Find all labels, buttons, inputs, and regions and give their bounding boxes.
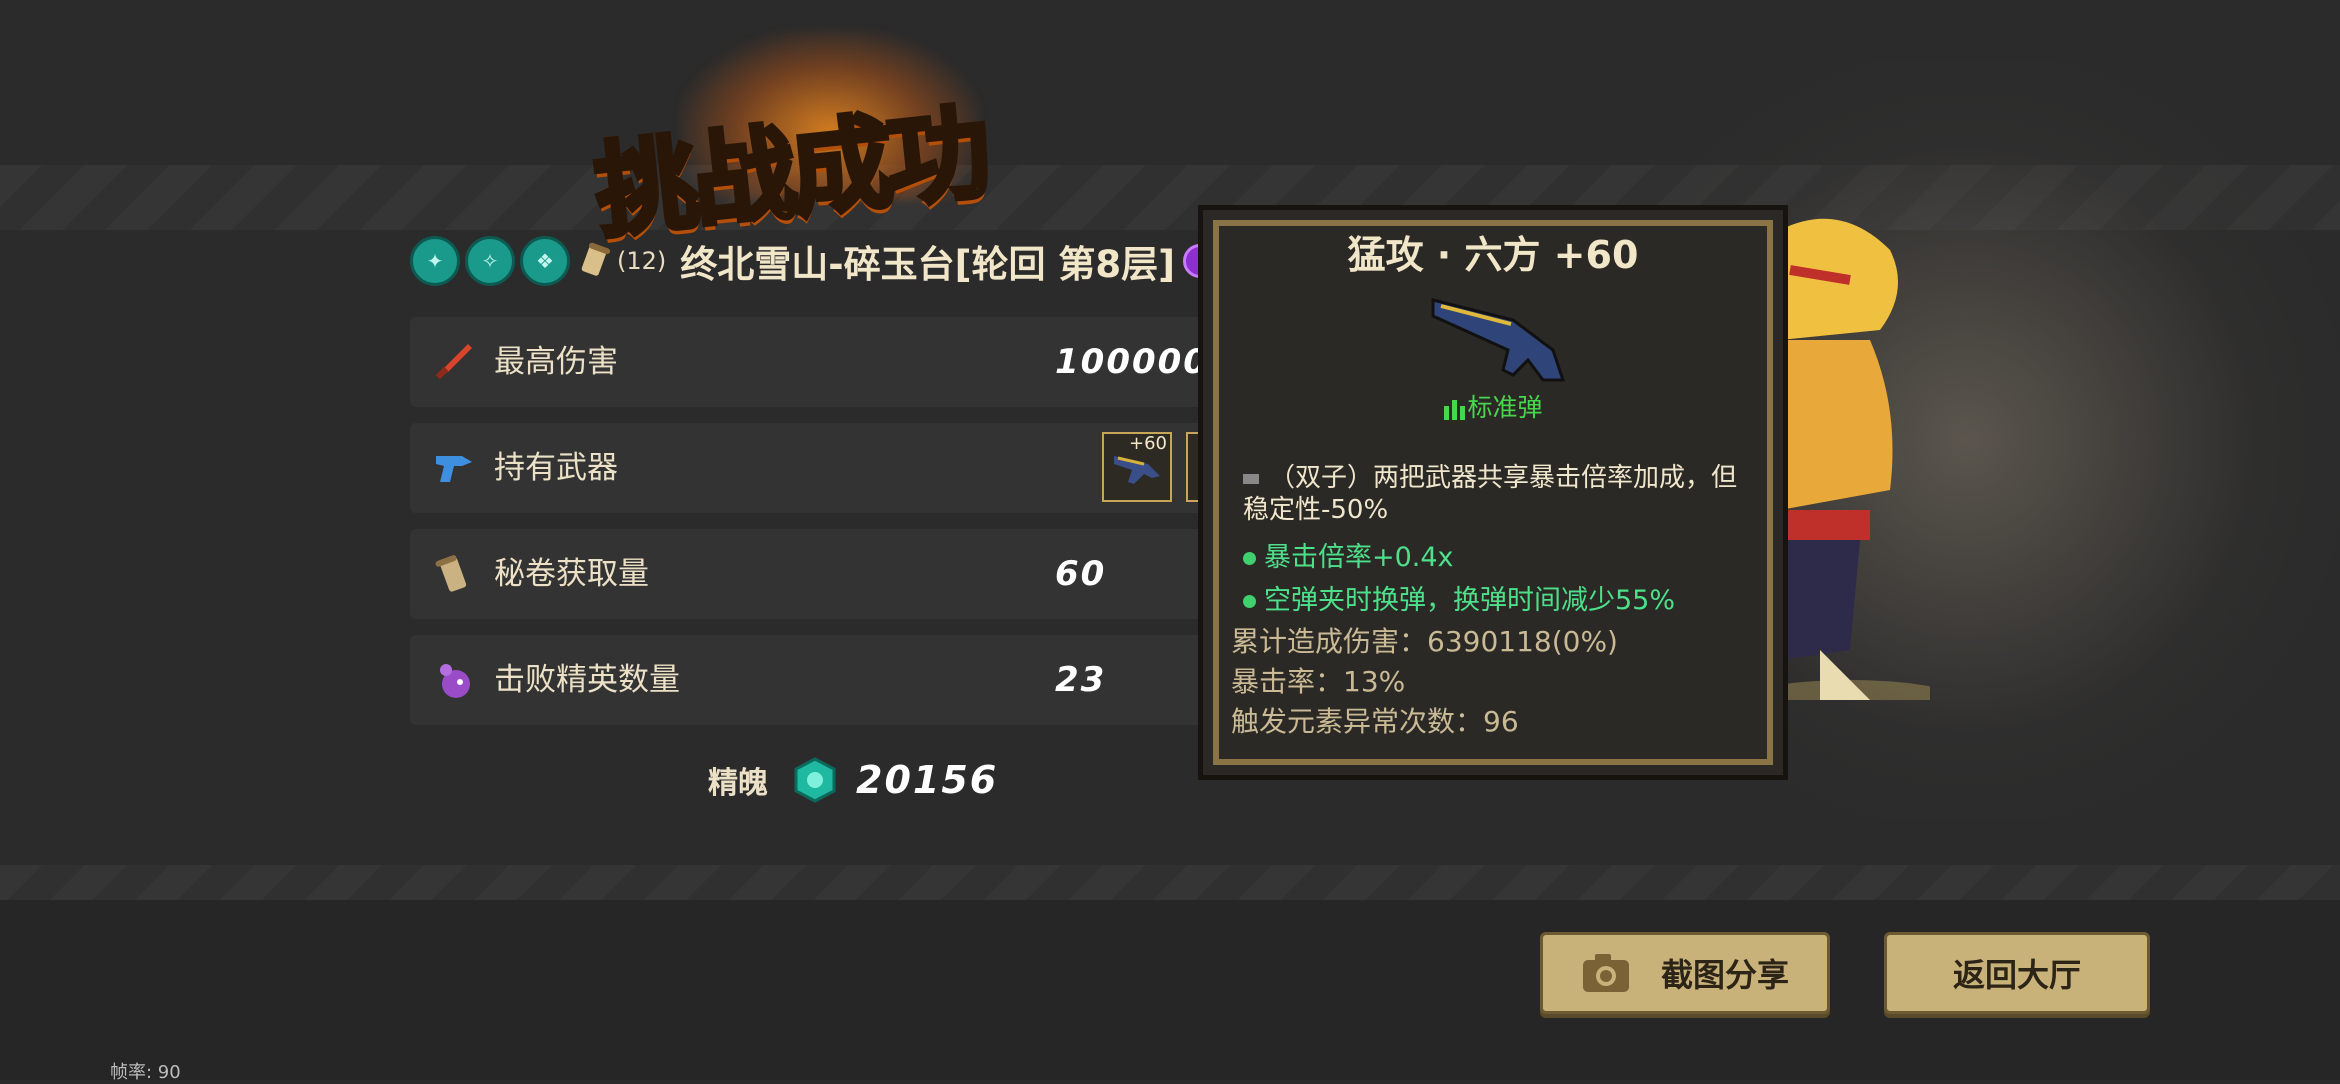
blaster-icon bbox=[1431, 298, 1566, 382]
perk-dot-icon bbox=[1243, 595, 1256, 608]
perk-dot-icon bbox=[1243, 552, 1256, 565]
scroll-count: (12) bbox=[617, 247, 667, 275]
lobby-label: 返回大厅 bbox=[1952, 956, 2081, 994]
tooltip-weapon-name: 猛攻 · 六方 +60 bbox=[1347, 233, 1639, 277]
stage-info-row: ✦ ✧ ❖ (12) 终北雪山-碎玉台[轮回 第8层] bbox=[410, 236, 1258, 286]
stat-value: 100000 bbox=[1055, 342, 1209, 382]
elite-monster-icon bbox=[440, 664, 470, 698]
pistol-icon bbox=[436, 456, 472, 482]
perk-line: 暴击倍率+0.4x bbox=[1243, 535, 1454, 574]
camera-icon bbox=[1582, 954, 1629, 992]
total-damage: 累计造成伤害：6390118(0%) bbox=[1231, 625, 1618, 658]
stat-value: 23 bbox=[1055, 660, 1107, 700]
screenshot-share-button[interactable]: 截图分享 bbox=[1540, 932, 1830, 1014]
description-text: （双子）两把武器共享暴击倍率加成，但稳定性-50% bbox=[1243, 463, 1738, 525]
weapon-tooltip: 猛攻 · 六方 +60 标准弹 （双子）两把武器共享暴击倍率加成，但稳定性-50… bbox=[1198, 205, 1788, 780]
stat-label: 最高伤害 bbox=[494, 344, 618, 380]
relic-icon[interactable]: ✦ bbox=[410, 236, 460, 286]
weapon-description: （双子）两把武器共享暴击倍率加成，但稳定性-50% bbox=[1243, 462, 1753, 526]
perk-text: 空弹夹时换弹，换弹时间减少55% bbox=[1264, 585, 1676, 616]
scroll-icon bbox=[581, 242, 611, 276]
scroll-icon bbox=[435, 555, 467, 592]
weapon-level: +60 bbox=[1129, 433, 1167, 454]
twin-icon bbox=[1243, 473, 1259, 484]
soul-label: 精魄 bbox=[708, 766, 768, 801]
weapon-slot[interactable]: +60 bbox=[1102, 432, 1172, 502]
stage-name: 终北雪山-碎玉台[轮回 第8层] bbox=[680, 243, 1176, 286]
stat-row-elites: 击败精英数量 23 bbox=[410, 635, 1210, 725]
ammo-icon bbox=[1444, 400, 1466, 420]
bottom-pattern-band bbox=[0, 865, 2340, 900]
soul-gem-icon bbox=[794, 757, 836, 803]
relic-icon[interactable]: ✧ bbox=[465, 236, 515, 286]
soul-value: 20156 bbox=[856, 758, 999, 802]
perk-text: 暴击倍率+0.4x bbox=[1264, 542, 1454, 573]
crit-rate: 暴击率：13% bbox=[1231, 665, 1406, 698]
share-label: 截图分享 bbox=[1660, 956, 1789, 994]
stat-row-max-damage: 最高伤害 100000 bbox=[410, 317, 1210, 407]
stat-value: 60 bbox=[1055, 554, 1107, 594]
hero-character bbox=[1730, 210, 1970, 730]
ammo-label: 标准弹 bbox=[1467, 393, 1543, 422]
stat-label: 击败精英数量 bbox=[494, 662, 680, 698]
stat-label: 秘卷获取量 bbox=[494, 556, 649, 592]
return-lobby-button[interactable]: 返回大厅 bbox=[1884, 932, 2150, 1014]
perk-line: 空弹夹时换弹，换弹时间减少55% bbox=[1243, 578, 1675, 617]
stat-row-scrolls: 秘卷获取量 60 bbox=[410, 529, 1210, 619]
ammo-type: 标准弹 bbox=[1203, 388, 1783, 424]
relic-icon[interactable]: ❖ bbox=[520, 236, 570, 286]
dagger-icon bbox=[435, 344, 472, 380]
stat-label: 持有武器 bbox=[494, 450, 618, 486]
soul-reward: 精魄 20156 bbox=[708, 750, 998, 810]
stat-row-weapons: 持有武器 +60 bbox=[410, 423, 1210, 513]
element-trigger-count: 触发元素异常次数：96 bbox=[1231, 705, 1519, 738]
fps-counter: 帧率: 90 bbox=[110, 1062, 181, 1083]
